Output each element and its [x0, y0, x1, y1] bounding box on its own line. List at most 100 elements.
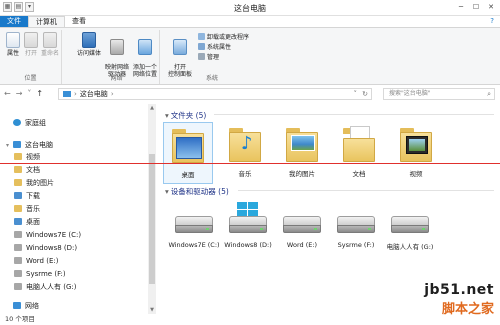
access-media-button[interactable]: 访问媒体: [76, 32, 102, 57]
tab-computer[interactable]: 计算机: [28, 16, 65, 27]
minimize-button[interactable]: ─: [454, 2, 468, 12]
folder-pictures[interactable]: 我的图片: [277, 122, 327, 184]
up-button[interactable]: ↑: [36, 89, 43, 98]
drive-label: Word (E:): [286, 241, 318, 249]
collapse-chevron-icon[interactable]: ▾: [165, 111, 169, 120]
uninstall-program-button[interactable]: 卸载或更改程序: [198, 33, 249, 42]
documents-folder-icon: [339, 124, 379, 164]
tab-file[interactable]: 文件: [0, 16, 28, 27]
manage-button[interactable]: 管理: [198, 53, 219, 62]
nav-item-label: Windows8 (D:): [26, 244, 78, 252]
folder-videos[interactable]: 视频: [391, 122, 441, 184]
folders-section-title: 文件夹 (5): [170, 111, 207, 120]
item-count: 10 个项目: [5, 315, 35, 323]
nav-item-drive-g[interactable]: 电脑人人有 (G:): [14, 282, 76, 293]
drive-d[interactable]: Windows8 (D:): [218, 202, 278, 256]
this-pc-nav-icon: [13, 141, 21, 148]
nav-homegroup-label: 家庭组: [25, 119, 46, 127]
nav-item-videos[interactable]: 视频: [14, 152, 40, 163]
system-properties-icon: [198, 43, 205, 50]
group-caption-network: 网络: [110, 75, 123, 82]
forward-button[interactable]: →: [16, 89, 23, 98]
folder-label: 桌面: [181, 171, 195, 179]
nav-item-drive-f[interactable]: Sysrme (F:): [14, 269, 66, 280]
expand-arrow-icon[interactable]: ▾: [6, 140, 13, 151]
windows-drive-icon: [229, 202, 267, 236]
qat-new-folder-icon[interactable]: ▤: [14, 2, 23, 12]
drive-icon: [14, 283, 22, 290]
nav-item-downloads[interactable]: 下载: [14, 191, 40, 202]
scroll-thumb[interactable]: [149, 154, 155, 284]
nav-item-music[interactable]: 音乐: [14, 204, 40, 215]
title-bar: ▦ ▤ ▾ 这台电脑 ─ ☐ ✕: [0, 0, 500, 16]
recent-locations-button[interactable]: ˅: [27, 89, 31, 98]
nav-item-drive-e[interactable]: Word (E:): [14, 256, 58, 267]
drive-icon: [14, 231, 22, 238]
properties-button[interactable]: 属性: [4, 32, 22, 57]
downloads-folder-icon: [14, 192, 22, 199]
nav-this-pc[interactable]: ▾ 这台电脑: [6, 140, 53, 151]
tab-view[interactable]: 查看: [65, 16, 93, 27]
watermark-name: 脚本之家: [441, 302, 494, 317]
nav-item-label: 电脑人人有 (G:): [26, 283, 77, 291]
folders-section-header[interactable]: ▾ 文件夹 (5): [165, 110, 206, 121]
open-button[interactable]: 打开: [22, 32, 40, 57]
folder-label: 我的图片: [289, 170, 315, 178]
nav-item-drive-c[interactable]: Windows7E (C:): [14, 230, 81, 241]
music-folder-icon: [14, 205, 22, 212]
hard-drive-icon: [391, 208, 429, 236]
folder-desktop[interactable]: 桌面: [163, 122, 213, 184]
scroll-up-icon[interactable]: ▲: [148, 105, 156, 111]
homegroup-icon: [13, 119, 21, 126]
scroll-down-icon[interactable]: ▼: [148, 307, 156, 313]
search-input[interactable]: 搜索"这台电脑" ⌕: [383, 88, 495, 100]
drive-c[interactable]: Windows7E (C:): [164, 204, 224, 256]
watermark: jb51.net 脚本之家: [424, 282, 494, 317]
properties-label: 属性: [6, 50, 19, 57]
back-button[interactable]: ←: [4, 89, 11, 98]
collapse-chevron-icon[interactable]: ▾: [165, 187, 169, 196]
folder-documents[interactable]: 文档: [334, 122, 384, 184]
close-button[interactable]: ✕: [484, 2, 498, 12]
rename-label: 重命名: [40, 50, 59, 57]
search-icon[interactable]: ⌕: [487, 89, 491, 99]
qat-customize-icon[interactable]: ▾: [25, 2, 34, 12]
drive-e[interactable]: Word (E:): [272, 204, 332, 256]
uninstall-icon: [198, 33, 205, 40]
folder-music[interactable]: ♪ 音乐: [220, 122, 270, 184]
nav-network[interactable]: 网络: [6, 301, 39, 312]
refresh-icon[interactable]: ↻: [362, 89, 368, 99]
nav-homegroup[interactable]: 家庭组: [6, 118, 46, 129]
open-control-panel-button[interactable]: 打开 控制面板: [166, 32, 194, 78]
nav-item-pictures[interactable]: 我的图片: [14, 178, 54, 189]
desktop-folder-icon: [14, 218, 22, 225]
address-dropdown-icon[interactable]: ˅: [354, 89, 358, 99]
add-network-location-button[interactable]: 添加一个 网络位置: [132, 32, 158, 78]
nav-pane-scrollbar[interactable]: ▲ ▼: [148, 104, 156, 314]
nav-buttons: ← → ˅ ↑: [4, 89, 43, 98]
nav-item-desktop[interactable]: 桌面: [14, 217, 40, 228]
address-bar[interactable]: › 这台电脑 › ˅ ↻: [58, 88, 372, 100]
rename-button[interactable]: 重命名: [40, 32, 60, 57]
this-pc-icon: [63, 91, 71, 97]
documents-folder-icon: [14, 166, 22, 173]
drive-f[interactable]: Sysrme (F:): [326, 204, 386, 256]
nav-item-documents[interactable]: 文档: [14, 165, 40, 176]
videos-folder-icon: [396, 124, 436, 164]
qat-properties-icon[interactable]: ▦: [3, 2, 12, 12]
nav-item-label: 音乐: [26, 205, 40, 213]
address-path: 这台电脑: [79, 90, 108, 98]
drive-g[interactable]: 电脑人人有 (G:): [380, 204, 440, 256]
ribbon-group-location: 属性 打开 重命名 位置: [0, 30, 62, 84]
drive-icon: [14, 244, 22, 251]
map-drive-button[interactable]: 映射网络 驱动器: [104, 32, 130, 78]
drive-icon: [14, 270, 22, 277]
drive-label: 电脑人人有 (G:): [386, 243, 434, 251]
nav-item-label: Windows7E (C:): [26, 231, 82, 239]
maximize-button[interactable]: ☐: [469, 2, 483, 12]
help-icon[interactable]: ?: [490, 16, 500, 27]
drives-section-header[interactable]: ▾ 设备和驱动器 (5): [165, 186, 229, 197]
nav-item-drive-d[interactable]: Windows8 (D:): [14, 243, 77, 254]
system-properties-button[interactable]: 系统属性: [198, 43, 231, 52]
group-caption-system: 系统: [205, 75, 218, 82]
